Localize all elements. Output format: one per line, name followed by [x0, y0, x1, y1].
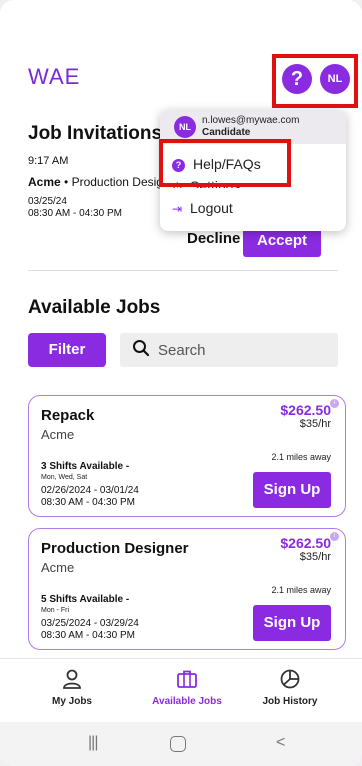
- job-dates: 02/26/2024 - 03/01/24 08:30 AM - 04:30 P…: [41, 485, 139, 509]
- nav-divider: [0, 658, 362, 659]
- job-title: Production Designer: [41, 540, 189, 557]
- invitation-hours: 08:30 AM - 04:30 PM: [28, 208, 122, 219]
- job-title: Repack: [41, 407, 95, 424]
- invitation-date-value: 03/25/24: [28, 196, 67, 207]
- pie-chart-icon: [240, 668, 340, 692]
- job-hours: 08:30 AM - 04:30 PM: [41, 630, 135, 641]
- job-company: Acme: [41, 427, 75, 442]
- nav-label: Job History: [262, 696, 318, 707]
- briefcase-icon: [137, 668, 237, 692]
- menu-role: Candidate: [202, 127, 251, 138]
- job-days: Mon - Fri: [41, 607, 69, 614]
- job-dates: 03/25/2024 - 03/29/24 08:30 AM - 04:30 P…: [41, 618, 139, 642]
- job-company: Acme: [41, 560, 75, 575]
- search-input[interactable]: [158, 333, 328, 367]
- job-distance: 2.1 miles away: [271, 452, 331, 462]
- nav-item-available-jobs[interactable]: Available Jobs: [137, 668, 237, 707]
- highlight-box-help-item: [159, 139, 291, 187]
- nav-item-my-jobs[interactable]: My Jobs: [22, 668, 122, 707]
- job-rate: $35/hr: [299, 418, 331, 430]
- job-card[interactable]: Repack Acme $262.50 i $35/hr 3 Shifts Av…: [28, 395, 346, 517]
- job-distance: 2.1 miles away: [271, 585, 331, 595]
- recent-apps-icon[interactable]: |||: [88, 734, 99, 752]
- app-screen: WAE ? NL Job Invitations 9:17 AM Acme • …: [0, 0, 362, 766]
- job-hours: 08:30 AM - 04:30 PM: [41, 497, 135, 508]
- decline-button[interactable]: Decline: [187, 230, 240, 247]
- invitation-separator: •: [64, 175, 69, 189]
- job-invitations-title: Job Invitations: [28, 123, 163, 144]
- job-card[interactable]: Production Designer Acme $262.50 i $35/h…: [28, 528, 346, 650]
- job-date-range: 02/26/2024 - 03/01/24: [41, 485, 139, 496]
- invitation-time: 9:17 AM: [28, 155, 69, 167]
- search-box: [120, 333, 338, 367]
- sign-up-button[interactable]: Sign Up: [253, 472, 331, 508]
- sign-up-button[interactable]: Sign Up: [253, 605, 331, 641]
- divider: [28, 270, 338, 271]
- logout-icon: ⇥: [172, 202, 183, 216]
- job-pay: $262.50: [280, 402, 331, 418]
- menu-item-label: Logout: [190, 200, 233, 216]
- menu-item-logout[interactable]: ⇥ Logout: [172, 200, 233, 216]
- job-shifts: 3 Shifts Available -: [41, 461, 130, 472]
- menu-email: n.lowes@mywae.com: [202, 115, 300, 126]
- invitation-company-row: Acme • Production Designer: [28, 175, 180, 189]
- back-icon[interactable]: <: [276, 734, 285, 752]
- nav-label: My Jobs: [51, 696, 92, 707]
- job-pay: $262.50: [280, 535, 331, 551]
- menu-avatar: NL: [174, 116, 196, 138]
- job-shifts: 5 Shifts Available -: [41, 594, 130, 605]
- info-icon[interactable]: i: [330, 532, 339, 541]
- nav-label: Available Jobs: [152, 696, 222, 707]
- job-date-range: 03/25/2024 - 03/29/24: [41, 618, 139, 629]
- wae-logo: WAE: [28, 64, 81, 89]
- nav-item-job-history[interactable]: Job History: [240, 668, 340, 707]
- invitation-company: Acme: [28, 175, 61, 189]
- job-rate: $35/hr: [299, 551, 331, 563]
- highlight-box-header-icons: [272, 54, 358, 108]
- search-icon: [132, 339, 150, 362]
- home-icon[interactable]: [170, 736, 186, 752]
- filter-button[interactable]: Filter: [28, 333, 106, 367]
- invitation-date: 03/25/24 08:30 AM - 04:30 PM: [28, 196, 122, 220]
- job-days: Mon, Wed, Sat: [41, 474, 88, 481]
- info-icon[interactable]: i: [330, 399, 339, 408]
- system-nav-bar: ||| <: [0, 722, 362, 766]
- person-icon: [22, 668, 122, 692]
- available-jobs-title: Available Jobs: [28, 297, 161, 318]
